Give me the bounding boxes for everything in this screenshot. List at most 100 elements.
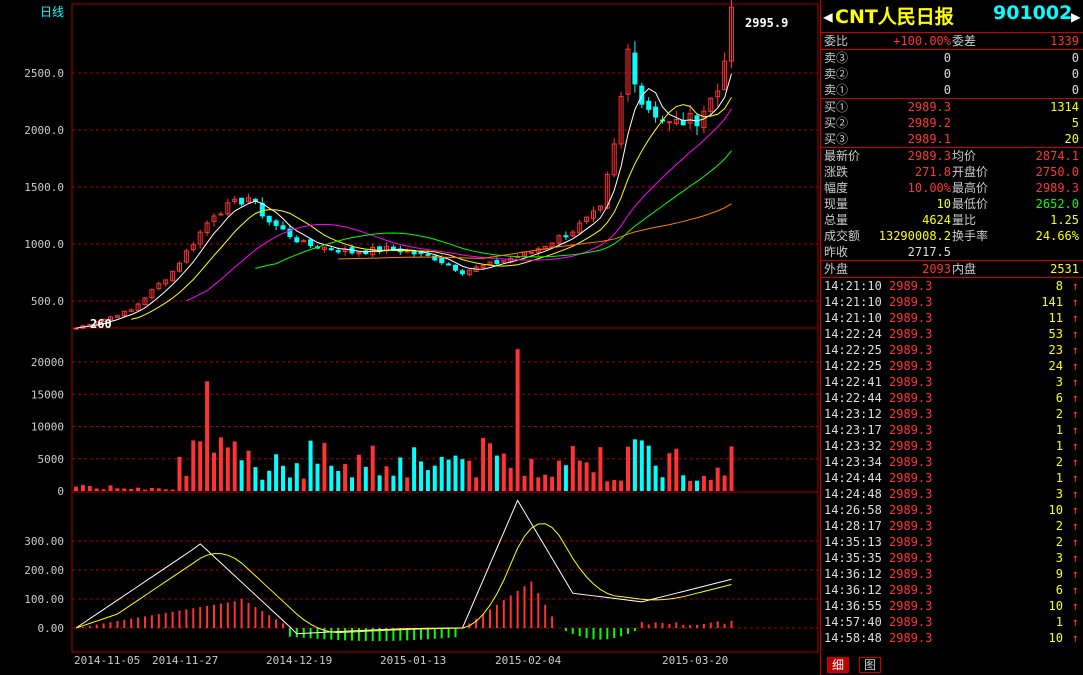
tab-detail[interactable]: 细 <box>827 657 850 673</box>
volume-bar <box>446 459 451 491</box>
trade-price: 2989.3 <box>889 311 933 325</box>
trade-price: 2989.3 <box>889 599 933 613</box>
volume-bar <box>412 447 417 491</box>
trade-tick-row: 14:36:12 2989.3 9 ↑ <box>821 566 1083 582</box>
trade-price: 2989.3 <box>889 519 933 533</box>
weibi-section: 委比 +100.00% 委差 1339 <box>821 33 1083 50</box>
macd-axis-label: 100.00 <box>24 593 64 606</box>
volume-bar <box>350 477 354 491</box>
price-candle <box>308 239 314 247</box>
volume-bar <box>101 489 106 491</box>
volume-bar <box>301 478 306 491</box>
kline-chart[interactable]: 日线 2500.0 2000.0 1500.0 1000.0 500.0 20000 1500… <box>0 0 820 675</box>
stat-value: 24.66% <box>1035 229 1079 243</box>
trade-tick-row: 14:21:10 2989.3 141 ↑ <box>821 294 1083 310</box>
up-arrow-icon: ↑ <box>1071 519 1079 533</box>
volume-bar <box>391 475 396 491</box>
stock-name: CNT人民日报 <box>835 6 954 28</box>
price-candle <box>459 270 465 275</box>
buy-order-row: 买① 2989.3 1314 <box>821 99 1083 115</box>
up-arrow-icon: ↑ <box>1071 343 1079 357</box>
weicha-label: 委差 <box>952 34 977 48</box>
ma30-line <box>255 150 732 269</box>
volume-bar <box>363 466 368 491</box>
trade-tick-row: 14:22:25 2989.3 23 ↑ <box>821 342 1083 358</box>
price-candle <box>494 260 500 264</box>
trade-time: 14:23:34 <box>824 455 882 469</box>
price-axis-label: 1000.0 <box>24 238 64 251</box>
kline-chart-area[interactable]: 日线 2500.0 2000.0 1500.0 1000.0 500.0 20000 1500… <box>0 0 820 675</box>
quote-stat-row: 成交额 13290008.2 换手率 24.66% <box>821 228 1083 244</box>
price-candle <box>666 121 672 124</box>
weibi-value: +100.00% <box>893 34 951 48</box>
stat-value: 2874.1 <box>1035 149 1079 163</box>
trade-time: 14:21:10 <box>824 279 882 293</box>
quote-panel: ◀ CNT人民日报 901002 ▶ 委比 +100.00% 委差 1339 卖… <box>820 0 1083 675</box>
volume-bar <box>474 477 479 491</box>
macd-axis-label: 300.00 <box>24 535 64 548</box>
trade-time: 14:36:12 <box>824 583 882 597</box>
volume-bar <box>184 475 189 491</box>
buy-volume: 20 <box>1064 132 1079 146</box>
volume-bar <box>653 465 658 491</box>
weicha-value: 1339 <box>1050 34 1079 48</box>
trade-price: 2989.3 <box>889 631 933 645</box>
low-price-label: 260 <box>90 317 112 331</box>
up-arrow-icon: ↑ <box>1071 471 1079 485</box>
volume-bar <box>708 479 713 491</box>
stat-value: 2717.5 <box>907 245 951 259</box>
stat-label: 换手率 <box>952 229 989 243</box>
stat-value: 4624 <box>922 213 951 227</box>
trade-tick-row: 14:21:10 2989.3 8 ↑ <box>821 278 1083 294</box>
price-candle <box>425 253 431 256</box>
trade-tick-row: 14:58:48 2989.3 10 ↑ <box>821 630 1083 646</box>
volume-bar <box>156 488 161 491</box>
up-arrow-icon: ↑ <box>1071 487 1079 501</box>
quote-stat-row: 涨跌 271.8 开盘价 2750.0 <box>821 164 1083 180</box>
trade-volume: 3 <box>1055 487 1063 501</box>
buy-price: 2989.1 <box>907 132 951 146</box>
next-stock-arrow-icon[interactable]: ▶ <box>1071 7 1081 26</box>
prev-stock-arrow-icon[interactable]: ◀ <box>823 7 833 26</box>
trade-tick-row: 14:57:40 2989.3 1 ↑ <box>821 614 1083 630</box>
price-candle <box>239 197 245 205</box>
volume-bar <box>639 440 644 491</box>
trade-time: 14:58:48 <box>824 631 882 645</box>
high-price-label: 2995.9 <box>745 16 788 30</box>
tab-chart[interactable]: 图 <box>859 657 882 673</box>
volume-bar <box>529 458 534 491</box>
trade-price: 2989.3 <box>889 327 933 341</box>
trade-volume: 11 <box>1048 311 1063 325</box>
macd-dif-line <box>75 499 732 635</box>
price-candle <box>439 257 445 264</box>
volume-bar <box>377 475 382 491</box>
date-axis-label: 2014-12-19 <box>266 654 332 667</box>
price-candle <box>653 106 659 118</box>
volume-bar <box>681 475 686 491</box>
date-axis-label: 2014-11-05 <box>74 654 140 667</box>
trade-tick-row: 14:21:10 2989.3 11 ↑ <box>821 310 1083 326</box>
volume-bar <box>646 445 651 491</box>
trade-volume: 1 <box>1055 423 1063 437</box>
volume-bar <box>122 488 127 491</box>
price-axis-label: 1500.0 <box>24 181 64 194</box>
up-arrow-icon: ↑ <box>1071 407 1079 421</box>
stat-label: 最高价 <box>952 181 989 195</box>
trade-tick-row: 14:28:17 2989.3 2 ↑ <box>821 518 1083 534</box>
buy-price: 2989.3 <box>907 100 951 114</box>
sell-orders: 卖③ 0 0 卖② 0 0 卖① 0 0 <box>821 50 1083 99</box>
price-candle <box>390 246 396 250</box>
up-arrow-icon: ↑ <box>1071 503 1079 517</box>
stat-value: 2750.0 <box>1035 165 1079 179</box>
price-candle <box>259 202 265 217</box>
up-arrow-icon: ↑ <box>1071 615 1079 629</box>
volume-bar <box>143 489 147 491</box>
trade-ticks[interactable]: 14:21:10 2989.3 8 ↑ 14:21:10 2989.3 141 ↑ 14:21:… <box>821 278 1083 646</box>
trade-time: 14:22:41 <box>824 375 882 389</box>
stat-value: 1.25 <box>1050 213 1079 227</box>
panel-tabs: 细 图 <box>821 655 1083 675</box>
volume-bar <box>136 487 141 491</box>
date-axis-label: 2014-11-27 <box>152 654 218 667</box>
weibi-label: 委比 <box>824 34 849 48</box>
trade-tick-row: 14:22:25 2989.3 24 ↑ <box>821 358 1083 374</box>
